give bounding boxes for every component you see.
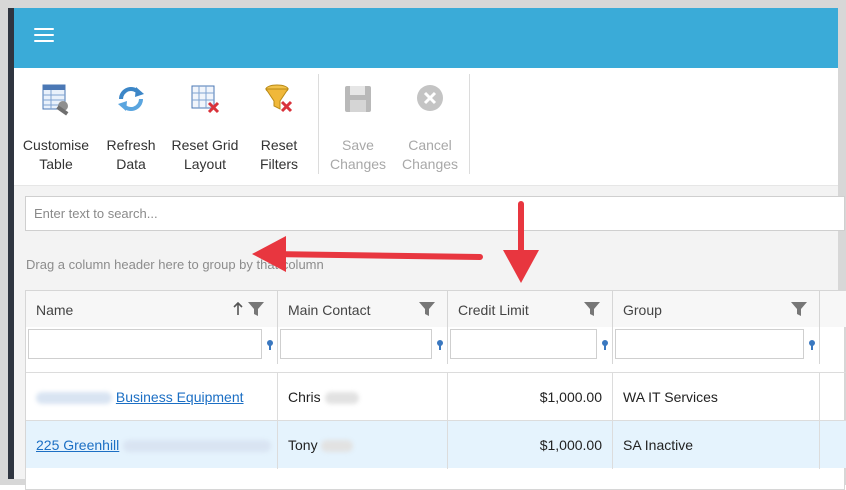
refresh-icon (114, 82, 148, 116)
cell-group: SA Inactive (613, 421, 820, 469)
column-header-label: Main Contact (288, 302, 371, 318)
redacted-text (36, 392, 112, 405)
reset-filters-button[interactable]: Reset Filters (252, 82, 306, 174)
cell-main-contact: Chris (278, 373, 448, 421)
group-panel-hint[interactable]: Drag a column header here to group by th… (26, 257, 324, 272)
cell-group: WA IT Services (613, 373, 820, 421)
refresh-data-button[interactable]: Refresh Data (102, 82, 160, 174)
redacted-text (123, 440, 272, 453)
filter-options-icon[interactable] (436, 340, 444, 350)
cancel-changes-label-1: Cancel (408, 137, 452, 153)
redacted-text (324, 392, 359, 405)
filter-input-group[interactable] (615, 329, 804, 359)
cancel-changes-label-2: Changes (401, 156, 459, 172)
data-grid: Name Main Contact Credit Limit Group Bus… (25, 290, 846, 490)
customer-link[interactable]: 225 Greenhill (36, 437, 119, 453)
search-input[interactable]: Enter text to search... (25, 196, 845, 231)
contact-first-name: Chris (288, 389, 321, 405)
filter-funnel-icon[interactable] (248, 302, 264, 316)
reset-filters-label-2: Filters (259, 156, 299, 172)
reset-filters-icon (262, 82, 296, 116)
column-header-main-contact[interactable]: Main Contact (278, 291, 448, 327)
contact-first-name: Tony (288, 437, 318, 453)
column-header-credit-limit[interactable]: Credit Limit (448, 291, 613, 327)
filter-options-icon[interactable] (266, 340, 274, 350)
customise-table-label-1: Customise (22, 137, 90, 153)
reset-grid-layout-button[interactable]: Reset Grid Layout (170, 82, 240, 174)
reset-grid-label-2: Layout (183, 156, 227, 172)
filter-options-icon[interactable] (601, 340, 609, 350)
save-changes-button[interactable]: Save Changes (328, 82, 388, 174)
table-row[interactable]: 225 Greenhill Tony $1,000.00 SA Inactive (26, 420, 846, 469)
save-changes-label-1: Save (342, 137, 374, 153)
sort-ascending-icon[interactable] (233, 302, 243, 316)
refresh-data-label-1: Refresh (106, 137, 156, 153)
cell-name: 225 Greenhill (26, 421, 278, 469)
column-header-name[interactable]: Name (26, 291, 278, 327)
cell-credit-limit: $1,000.00 (448, 421, 613, 469)
hamburger-menu-icon[interactable] (34, 28, 54, 44)
filter-cell-group (613, 327, 820, 364)
redacted-text (321, 440, 354, 453)
toolbar-ribbon: Customise Table Refresh Data Reset Grid … (14, 68, 838, 186)
filter-funnel-icon[interactable] (584, 302, 600, 316)
column-header-label: Group (623, 302, 662, 318)
refresh-data-label-2: Data (116, 156, 146, 172)
filter-input-credit-limit[interactable] (450, 329, 597, 359)
customise-table-label-2: Table (39, 156, 73, 172)
column-header-label: Name (36, 302, 74, 318)
column-header-extra (820, 291, 846, 327)
cancel-changes-button[interactable]: Cancel Changes (398, 82, 462, 174)
ribbon-separator-end (469, 74, 470, 174)
filter-cell-main-contact (278, 327, 448, 364)
filter-funnel-icon[interactable] (791, 302, 807, 316)
save-changes-label-2: Changes (329, 156, 387, 172)
table-row[interactable]: Business Equipment Chris $1,000.00 WA IT… (26, 372, 846, 421)
filter-input-name[interactable] (28, 329, 262, 359)
reset-filters-label-1: Reset (260, 137, 298, 153)
filter-cell-name (26, 327, 278, 364)
save-icon (341, 82, 375, 116)
filter-funnel-icon[interactable] (419, 302, 435, 316)
cancel-icon (413, 82, 447, 116)
column-header-label: Credit Limit (458, 302, 529, 318)
cell-main-contact: Tony (278, 421, 448, 469)
filter-input-main-contact[interactable] (280, 329, 432, 359)
filter-cell-credit-limit (448, 327, 613, 364)
filter-options-icon[interactable] (808, 340, 816, 350)
reset-grid-label-1: Reset Grid (171, 137, 239, 153)
column-header-group[interactable]: Group (613, 291, 820, 327)
customise-table-button[interactable]: Customise Table (22, 82, 90, 174)
customer-link[interactable]: Business Equipment (116, 389, 244, 405)
top-bar (14, 8, 838, 68)
reset-grid-icon (188, 82, 222, 116)
customise-table-icon (39, 82, 73, 116)
ribbon-separator (318, 74, 319, 174)
cell-credit-limit: $1,000.00 (448, 373, 613, 421)
cell-name: Business Equipment (26, 373, 278, 421)
